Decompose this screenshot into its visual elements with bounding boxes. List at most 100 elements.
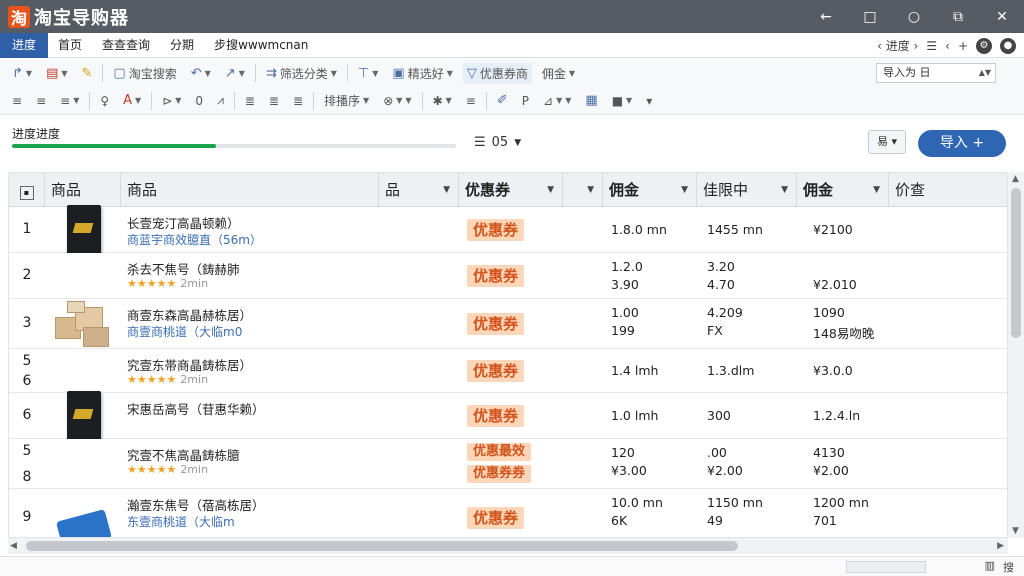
import-date-select[interactable]: 导入为 日 ▲▼ xyxy=(876,63,996,83)
table-row[interactable]: 1 长壹宠汀高晶顿赖） 商蓝宇商效臆直（56m） 优惠券 1.8.0 mn 1455 mn… xyxy=(9,205,1007,255)
close-icon[interactable]: ✕ xyxy=(980,0,1024,33)
fill-button[interactable]: ♀ xyxy=(96,92,113,110)
align-center-button[interactable]: ≡ xyxy=(32,92,50,110)
coupon-badge[interactable]: 优惠券 xyxy=(467,219,525,241)
product-thumbnail[interactable] xyxy=(49,294,119,354)
menu-item-query[interactable]: 查查查询 xyxy=(92,33,160,58)
cancel-style-button[interactable]: ⊗ ▼ ▼ xyxy=(379,92,415,110)
coupon-badge[interactable]: 优惠券 xyxy=(467,507,525,529)
column-header-commission-2[interactable]: 佣金 ▼ xyxy=(797,173,889,207)
product-name[interactable]: 杀去不焦号（鋳赫肺 xyxy=(127,259,240,278)
table-row[interactable]: 5 6 究壹东帯商晶鋳栋居） ★★★★★ 2min 优惠券 1.4 lmh 1.3.dlm ¥3… xyxy=(9,349,1007,393)
text-button[interactable]: ⊤ ▼ xyxy=(354,64,382,83)
column-header-commission[interactable]: 佣金 ▼ xyxy=(603,173,697,207)
coupon-badge[interactable]: 优惠券券 xyxy=(467,465,532,483)
table-row[interactable]: 9 瀚壹东焦号（蓓高栋居） 东壹商桃道（大临m 优惠券 10.0 mn 6K 1150 mn… xyxy=(9,489,1007,537)
sort-control[interactable]: ☰ 05 ▼ xyxy=(474,135,521,150)
coupon-badge[interactable]: 优惠券 xyxy=(467,265,525,287)
undo-button[interactable]: ↶ ▼ xyxy=(187,64,215,83)
wave-button[interactable]: ⩘ xyxy=(213,91,228,110)
restore-icon[interactable]: ⧉ xyxy=(936,0,980,33)
zero-button[interactable]: 0 xyxy=(191,92,207,110)
align-right-button[interactable]: ≡ ▼ xyxy=(56,92,83,110)
more-button[interactable]: ▾ xyxy=(642,92,656,110)
table-row[interactable]: 2 杀去不焦号（鋳赫肺 ★★★★★ 2min 优惠券 1.2.0 3.90 3.20 4.70 ¥… xyxy=(9,253,1007,299)
list-b-button[interactable]: ≣ xyxy=(265,92,283,110)
scroll-left-icon[interactable]: ◀ xyxy=(10,541,17,551)
product-thumbnail[interactable] xyxy=(49,200,119,260)
vertical-scroll-thumb[interactable] xyxy=(1011,188,1021,338)
scroll-up-icon[interactable]: ▲ xyxy=(1012,174,1019,184)
vertical-scrollbar[interactable]: ▲ ▼ xyxy=(1008,172,1024,538)
filter-category-button[interactable]: ⇉ 筛选分类 ▼ xyxy=(262,63,341,84)
coupon-badge[interactable]: 优惠券 xyxy=(467,405,525,427)
featured-button[interactable]: ▣ 精选好 ▼ xyxy=(388,63,456,84)
add-icon[interactable]: + xyxy=(958,39,968,53)
trend-button[interactable]: ↗ ▼ xyxy=(221,64,249,83)
sort-order-button[interactable]: 排播序 ▼ xyxy=(320,90,373,111)
nav-progress[interactable]: ‹ 进度 › xyxy=(877,37,918,54)
product-shop[interactable]: 商蓝宇商效臆直（56m） xyxy=(127,231,262,248)
status-search[interactable]: 搜 xyxy=(1003,559,1014,575)
user-icon[interactable]: ● xyxy=(1000,37,1016,54)
horizontal-scroll-thumb[interactable] xyxy=(26,541,738,551)
table-row[interactable]: 6 宋惠岳高号（苷惠华赖） 优惠券 1.0 lmh 300 1.2.4.ln xyxy=(9,391,1007,441)
product-thumbnail[interactable] xyxy=(49,386,119,446)
product-name[interactable]: 宋惠岳高号（苷惠华赖） xyxy=(127,399,265,418)
table-button[interactable]: ▦ xyxy=(581,91,601,110)
coupon-badge[interactable]: 优惠券 xyxy=(467,313,525,335)
align-left-button[interactable]: ≡ xyxy=(8,92,26,110)
list-icon[interactable]: ☰ xyxy=(926,39,937,53)
product-shop[interactable]: 商壹商桃道（大临m0 xyxy=(127,323,242,340)
indent-button[interactable]: ≡ xyxy=(462,92,480,110)
product-shop[interactable]: 东壹商桃道（大临m xyxy=(127,513,235,530)
scroll-right-icon[interactable]: ▶ xyxy=(997,541,1004,551)
font-color-button[interactable]: A ▼ xyxy=(119,91,145,110)
settings-icon[interactable]: ⚙ xyxy=(976,37,992,54)
prev-icon[interactable]: ‹ xyxy=(945,39,950,53)
column-header-category[interactable]: 品 ▼ xyxy=(379,173,459,207)
column-header-product[interactable]: 商品 xyxy=(121,173,379,207)
product-thumbnail[interactable] xyxy=(49,485,119,537)
column-header-coupon[interactable]: 优惠券 ▼ xyxy=(459,173,563,207)
coupon-badge[interactable]: 优惠券 xyxy=(467,360,525,382)
menu-item-search-site[interactable]: 步搜wwwmcnan xyxy=(204,33,318,58)
product-name[interactable]: 长壹宠汀高晶顿赖） xyxy=(127,213,240,232)
edit-button[interactable]: ✎ xyxy=(78,64,97,83)
menu-item-progress[interactable]: 进度 xyxy=(0,32,49,58)
grid-icon[interactable]: ▥ xyxy=(985,559,995,575)
product-name[interactable]: 究壹东帯商晶鋳栋居） xyxy=(127,355,252,374)
redirect-button[interactable]: ↱ ▼ xyxy=(8,64,36,83)
import-button[interactable]: 导入 + xyxy=(918,130,1006,157)
table-row[interactable]: 5 8 究壹不焦高晶鋳栋臆 ★★★★★ 2min 优惠最效 优惠券券 120 ¥3.00 .00 ¥… xyxy=(9,439,1007,489)
product-name[interactable]: 究壹不焦高晶鋳栋臆 xyxy=(127,445,240,464)
asterisk-button[interactable]: ✱ ▼ xyxy=(429,92,456,110)
list-a-button[interactable]: ≣ xyxy=(241,92,259,110)
color-block-button[interactable]: ■ ▼ xyxy=(608,92,637,110)
column-header-price[interactable]: 价查 xyxy=(889,173,1007,207)
select-all-checkbox[interactable]: ▪ xyxy=(9,173,45,207)
insert-button[interactable]: ⊳ ▼ xyxy=(158,92,185,110)
table-row[interactable]: 3 商壹东森高晶赫栋居） 商壹商桃道（大临m0 优惠券 1.00 199 4.209 FX 10… xyxy=(9,299,1007,349)
maximize-icon[interactable]: □ xyxy=(848,0,892,33)
document-button[interactable]: ▤ ▼ xyxy=(42,64,71,83)
taobao-search-button[interactable]: ▢ 淘宝搜索 xyxy=(109,63,180,84)
column-header-blank[interactable]: ▼ xyxy=(563,173,603,207)
column-header-limit[interactable]: 佳限中 ▼ xyxy=(697,173,797,207)
commission-button[interactable]: 佣金 ▼ xyxy=(538,63,579,84)
menu-item-home[interactable]: 首页 xyxy=(48,33,92,58)
circle-icon[interactable]: ○ xyxy=(892,0,936,33)
list-c-button[interactable]: ≣ xyxy=(289,92,307,110)
shape-button[interactable]: ⊿ ▼ ▼ xyxy=(539,92,575,110)
coupon-filter-button[interactable]: ▽ 优惠券商 xyxy=(462,62,532,84)
horizontal-scrollbar[interactable]: ◀ ▶ xyxy=(8,538,1008,554)
product-name[interactable]: 瀚壹东焦号（蓓高栋居） xyxy=(127,495,265,514)
menu-item-installment[interactable]: 分期 xyxy=(160,33,204,58)
mode-dropdown[interactable]: 易 ▾ xyxy=(868,130,906,154)
coupon-badge[interactable]: 优惠最效 xyxy=(467,443,532,461)
p-button[interactable]: P xyxy=(518,92,533,110)
back-icon[interactable]: ← xyxy=(804,0,848,33)
product-name[interactable]: 商壹东森高晶赫栋居） xyxy=(127,305,252,324)
brush-button[interactable]: ✐ xyxy=(493,91,512,110)
scroll-down-icon[interactable]: ▼ xyxy=(1012,526,1019,536)
